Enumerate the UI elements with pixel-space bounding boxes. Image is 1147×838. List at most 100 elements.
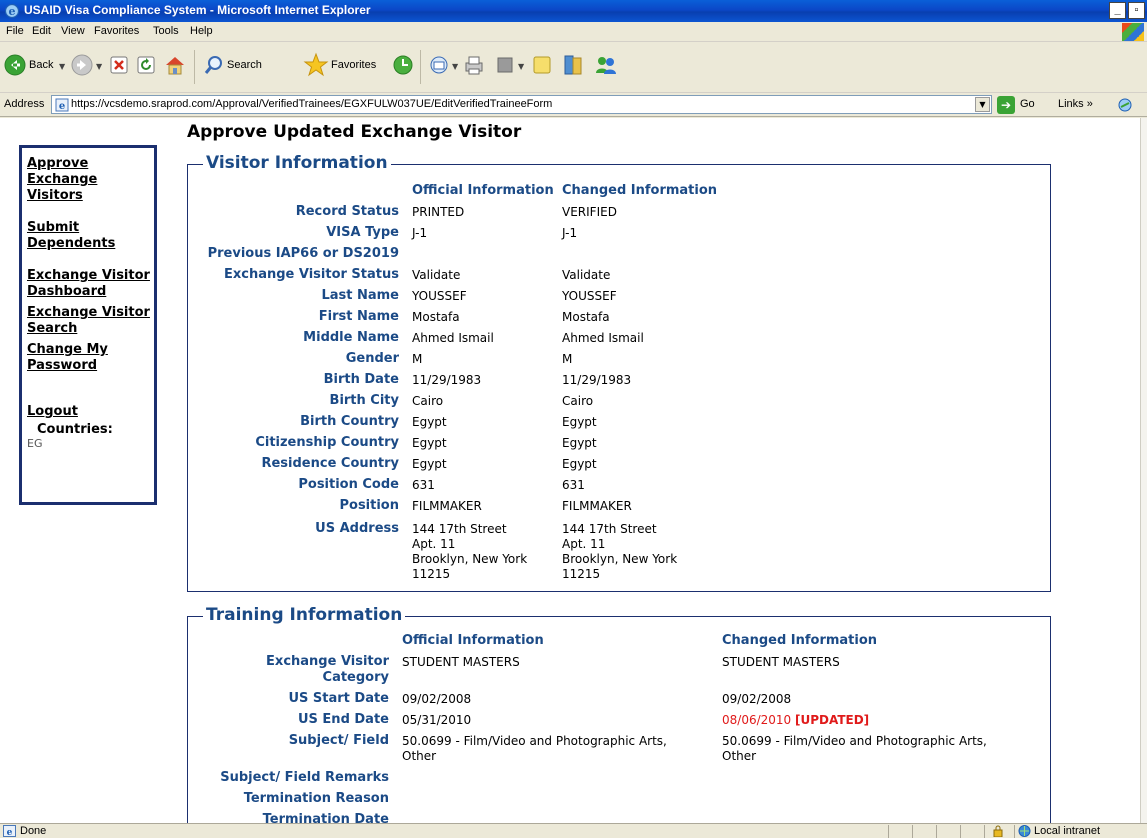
status-cell — [936, 825, 960, 838]
ev-category-label: Category — [322, 670, 389, 685]
go-button[interactable]: Go — [1020, 98, 1035, 110]
status-cell — [888, 825, 912, 838]
visitor-col-official: Official Information — [412, 183, 554, 198]
page-title: Approve Updated Exchange Visitor — [187, 122, 522, 142]
visitor-col-changed: Changed Information — [562, 183, 718, 198]
window-title-bar[interactable]: e USAID Visa Compliance System - Microso… — [0, 0, 1147, 22]
nav-change-my-password[interactable]: Change My Password — [27, 342, 127, 374]
favorites-star-icon[interactable] — [303, 52, 329, 78]
us-address-official-line: 144 17th Street — [412, 522, 507, 536]
visitor-field-label: Last Name — [321, 288, 399, 303]
ev-category-changed: STUDENT MASTERS — [722, 655, 840, 669]
forward-dropdown-icon[interactable]: ▼ — [96, 62, 102, 71]
messenger-icon[interactable] — [594, 53, 618, 77]
search-label[interactable]: Search — [227, 59, 262, 71]
home-icon[interactable] — [164, 54, 186, 76]
menu-tools[interactable]: Tools — [153, 25, 179, 37]
visitor-field-label: Position — [339, 498, 399, 513]
us-address-changed-line: Apt. 11 — [562, 537, 606, 551]
edit-dropdown-icon[interactable]: ▼ — [518, 62, 524, 71]
visitor-field-official: Ahmed Ismail — [412, 331, 494, 345]
visitor-field-label: Previous IAP66 or DS2019 — [207, 246, 399, 261]
toolbar-separator — [420, 50, 421, 84]
us-address-official-line: Brooklyn, New York — [412, 552, 528, 566]
menu-edit[interactable]: Edit — [32, 25, 51, 37]
nav-submit-dependents[interactable]: Submit Dependents — [27, 220, 127, 252]
visitor-field-changed: Ahmed Ismail — [562, 331, 644, 345]
discuss-icon[interactable] — [531, 54, 553, 76]
visitor-field-changed: Cairo — [562, 394, 594, 408]
maximize-button[interactable]: ▫ — [1128, 2, 1145, 19]
page-viewport[interactable]: Approve Exchange Visitors Submit Depende… — [0, 118, 1140, 823]
visitor-field-changed: J-1 — [562, 226, 578, 240]
subject-field-changed: Other — [722, 749, 757, 763]
subject-field-remarks-label: Subject/ Field Remarks — [220, 770, 389, 785]
svg-text:e: e — [7, 828, 13, 837]
visitor-field-official: M — [412, 352, 423, 366]
search-icon[interactable] — [203, 54, 225, 76]
us-address-changed-line: 144 17th Street — [562, 522, 657, 536]
us-end-date-changed: 08/06/2010 [UPDATED] — [722, 713, 869, 728]
minimize-button[interactable]: _ — [1109, 2, 1126, 19]
refresh-icon[interactable] — [137, 56, 155, 74]
edit-icon[interactable] — [496, 56, 514, 74]
mail-icon[interactable] — [428, 55, 450, 75]
nav-approve-exchange-visitors[interactable]: Approve Exchange Visitors — [27, 156, 117, 204]
visitor-field-official: Egypt — [412, 457, 447, 471]
go-arrow-icon[interactable]: ➔ — [997, 96, 1015, 114]
visitor-field-label: Middle Name — [303, 330, 399, 345]
menu-file[interactable]: File — [6, 25, 24, 37]
visitor-information-section: Visitor Information Official Information… — [187, 153, 1051, 592]
back-arrow-icon[interactable] — [4, 54, 26, 76]
address-input[interactable]: e https://vcsdemo.sraprod.com/Approval/V… — [51, 95, 992, 114]
us-address-changed-line: Brooklyn, New York — [562, 552, 678, 566]
ie-app-icon: e — [4, 3, 20, 19]
forward-arrow-icon[interactable] — [71, 54, 93, 76]
subject-field-official: Other — [402, 749, 437, 763]
back-dropdown-icon[interactable]: ▼ — [59, 62, 65, 71]
training-information-legend: Training Information — [203, 605, 406, 625]
address-dropdown-icon[interactable]: ▼ — [975, 97, 990, 112]
links-page-icon[interactable] — [1117, 97, 1133, 113]
visitor-field-official: 11/29/1983 — [412, 373, 482, 387]
back-label[interactable]: Back — [29, 59, 53, 71]
address-url[interactable]: https://vcsdemo.sraprod.com/Approval/Ver… — [71, 98, 552, 110]
svg-text:e: e — [9, 5, 16, 18]
address-bar: Address e https://vcsdemo.sraprod.com/Ap… — [0, 93, 1147, 117]
visitor-field-changed: M — [562, 352, 573, 366]
visitor-field-official: FILMMAKER — [412, 499, 482, 513]
sidebar-nav: Approve Exchange Visitors Submit Depende… — [19, 145, 157, 505]
page-icon: e — [55, 98, 69, 112]
subject-field-changed: 50.0699 - Film/Video and Photographic Ar… — [722, 734, 987, 748]
ev-category-official: STUDENT MASTERS — [402, 655, 520, 669]
vertical-scrollbar[interactable] — [1140, 118, 1147, 823]
visitor-field-changed: YOUSSEF — [562, 289, 617, 303]
print-icon[interactable] — [463, 54, 485, 76]
visitor-field-changed: Egypt — [562, 415, 597, 429]
visitor-field-official: PRINTED — [412, 205, 465, 219]
us-end-date-official: 05/31/2010 — [402, 713, 472, 727]
menu-help[interactable]: Help — [190, 25, 213, 37]
mail-dropdown-icon[interactable]: ▼ — [452, 62, 458, 71]
address-label: Address — [4, 98, 45, 110]
menu-favorites[interactable]: Favorites — [94, 25, 139, 37]
favorites-label[interactable]: Favorites — [331, 59, 376, 71]
nav-logout[interactable]: Logout — [27, 404, 127, 420]
menu-view[interactable]: View — [61, 25, 85, 37]
nav-exchange-visitor-dashboard[interactable]: Exchange Visitor Dashboard — [27, 268, 153, 300]
page-done-icon: e — [3, 825, 16, 837]
stop-icon[interactable] — [110, 56, 128, 74]
us-address-official-line: Apt. 11 — [412, 537, 456, 551]
ev-category-label: Exchange Visitor — [266, 654, 389, 669]
local-intranet-icon — [1018, 825, 1031, 837]
visitor-field-changed: Validate — [562, 268, 611, 282]
research-icon[interactable] — [562, 53, 586, 77]
us-address-label: US Address — [315, 521, 399, 536]
nav-exchange-visitor-search[interactable]: Exchange Visitor Search — [27, 305, 153, 337]
links-button[interactable]: Links » — [1058, 98, 1093, 110]
visitor-field-official: Egypt — [412, 436, 447, 450]
training-col-official: Official Information — [402, 633, 544, 648]
history-icon[interactable] — [392, 54, 414, 76]
termination-reason-label: Termination Reason — [243, 791, 389, 806]
visitor-field-label: Birth Date — [323, 372, 399, 387]
